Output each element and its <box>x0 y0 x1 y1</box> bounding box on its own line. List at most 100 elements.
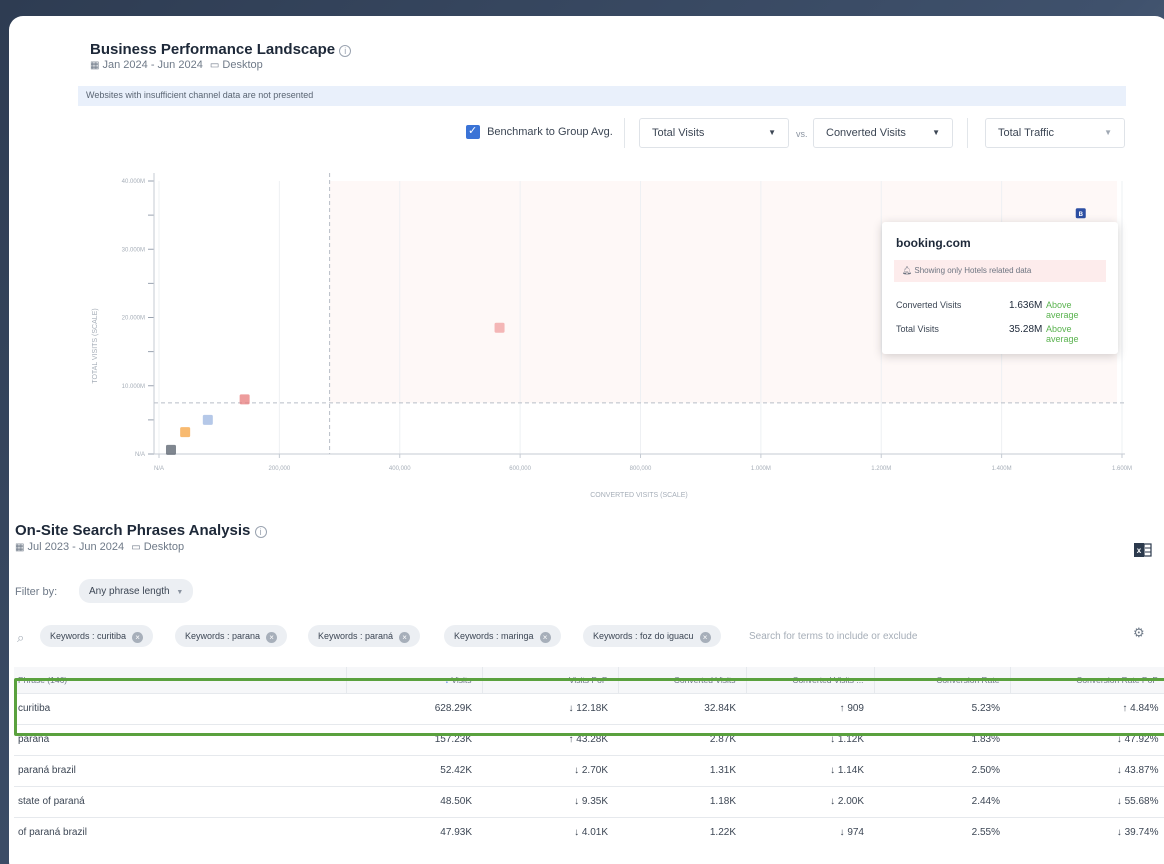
col-header-visits[interactable]: ↓ Visits <box>346 667 483 693</box>
main-card: Business Performance Landscape i ▦ Jan 2… <box>9 16 1164 864</box>
tooltip-row-value: 1.636M <box>1009 300 1043 311</box>
cell-visits: 157.23K <box>346 723 482 755</box>
cell-rate: 2.55% <box>874 816 1010 848</box>
table-row[interactable]: paraná brazil 52.42K ↓ 2.70K 1.31K ↓ 1.14K 2.… <box>14 754 1164 786</box>
cell-rate-pop-value: 39.74% <box>1124 827 1159 839</box>
cell-visits-pop-value: 9.35K <box>581 796 608 807</box>
cell-visits-pop: ↓ 12.18K <box>482 692 618 724</box>
cell-converted-pop-value: 1.14K <box>837 765 864 776</box>
table-row[interactable]: of paraná brazil 47.93K ↓ 4.01K 1.22K ↓ 974 2… <box>14 816 1164 848</box>
cell-visits: 628.29K <box>346 692 482 724</box>
y-tick-label: 40.000M <box>122 179 145 185</box>
cell-rate-pop: ↑ 4.84% <box>1010 692 1164 724</box>
cell-visits-pop: ↓ 4.01K <box>482 816 618 848</box>
keyword-chip[interactable]: Keywords : parana × <box>175 625 288 647</box>
cell-phrase: paraná brazil <box>14 754 346 786</box>
tooltip-row-value: 35.28M <box>1009 324 1043 335</box>
col-header-rate[interactable]: Conversion Rate <box>874 667 1011 693</box>
info-icon[interactable]: i <box>254 526 267 538</box>
col-header-rate-pop[interactable]: Conversion Rate PoP <box>1010 667 1164 693</box>
table-body: curitiba 628.29K ↓ 12.18K 32.84K ↑ 909 5.23% ↑… <box>14 692 1164 848</box>
cell-converted-pop: ↓ 974 <box>746 816 874 848</box>
table-row[interactable]: paraná 157.23K ↑ 43.28K 2.87K ↓ 1.12K 1.83% ↓ … <box>14 723 1164 755</box>
cell-rate: 2.50% <box>874 754 1010 786</box>
arrow-down-icon: ↓ <box>1116 827 1125 839</box>
cell-rate-pop-value: 4.84% <box>1130 703 1159 714</box>
cell-converted-pop-value: 2.00K <box>837 796 864 807</box>
x-tick-label: N/A <box>154 466 164 472</box>
point-logo-letter: B <box>1079 212 1084 218</box>
cell-converted-pop-value: 1.12K <box>837 734 864 745</box>
keyword-chip[interactable]: Keywords : paraná × <box>308 625 421 647</box>
cell-converted-pop: ↓ 1.14K <box>746 754 874 786</box>
x-tick-label: 1.400M <box>992 466 1012 472</box>
table-row[interactable]: state of paraná 48.50K ↓ 9.35K 1.18K ↓ 2.00K… <box>14 785 1164 817</box>
column-settings-icon[interactable]: ⚙ <box>1133 625 1145 641</box>
search-icon: ⌕ <box>17 630 25 645</box>
remove-chip-icon[interactable]: × <box>399 632 411 643</box>
phrase-length-dropdown[interactable]: Any phrase length ▼ <box>79 579 194 603</box>
cell-visits: 48.50K <box>346 785 482 817</box>
cell-phrase: curitiba <box>14 692 346 724</box>
arrow-up-icon: ↑ <box>1122 703 1131 714</box>
cell-converted-pop-value: 909 <box>847 703 864 714</box>
cell-visits-pop: ↓ 9.35K <box>482 785 618 817</box>
remove-chip-icon[interactable]: × <box>132 632 144 643</box>
keyword-chip[interactable]: Keywords : foz do iguacu × <box>583 625 721 647</box>
cell-visits-pop: ↓ 2.70K <box>482 754 618 786</box>
search-terms-input[interactable]: Search for terms to include or exclude <box>749 631 917 642</box>
cell-rate-pop-value: 43.87% <box>1124 765 1159 776</box>
sort-down-icon: ↓ <box>444 674 449 685</box>
cell-rate-pop: ↓ 55.68% <box>1010 785 1164 817</box>
tooltip-row-assessment: Above average <box>1046 300 1079 320</box>
svg-text:x: x <box>1137 546 1142 555</box>
tooltip-row-total: Total Visits 35.28M Above average <box>896 324 1106 344</box>
tooltip-site: booking.com <box>896 236 971 250</box>
col-header-visits-label: Visits <box>451 674 472 685</box>
data-point[interactable] <box>239 394 250 405</box>
cell-phrase: of paraná brazil <box>14 816 346 848</box>
bell-icon: 🔔︎ <box>902 266 913 275</box>
cell-visits-pop-value: 43.28K <box>576 734 608 745</box>
col-header-visits-pop[interactable]: Visits PoP <box>482 667 619 693</box>
ospa-device: Desktop <box>143 541 185 553</box>
x-axis-label: CONVERTED VISITS (SCALE) <box>590 492 688 499</box>
col-header-converted-pop[interactable]: Converted Visits ... <box>746 667 875 693</box>
cell-rate-pop: ↓ 47.92% <box>1010 723 1164 755</box>
phrases-table: Phrase (146) ↓ Visits Visits PoP Convert… <box>14 667 1164 848</box>
cell-converted-pop: ↓ 1.12K <box>746 723 874 755</box>
arrow-down-icon: ↓ <box>1116 796 1125 807</box>
y-tick-label: 30.000M <box>122 247 145 253</box>
tooltip-row-label: Converted Visits <box>896 300 962 310</box>
cell-converted: 2.87K <box>618 723 746 755</box>
ospa-title: On-Site Search Phrases Analysis i <box>15 522 267 539</box>
chevron-down-icon: ▼ <box>176 589 184 596</box>
col-header-converted[interactable]: Converted Visits <box>618 667 747 693</box>
keyword-chip-label: Keywords : foz do iguacu <box>593 631 694 641</box>
remove-chip-icon[interactable]: × <box>266 632 278 643</box>
filter-by-label: Filter by: <box>15 586 58 598</box>
y-tick-label: N/A <box>135 452 145 458</box>
cell-visits-pop: ↑ 43.28K <box>482 723 618 755</box>
cell-visits-pop-value: 12.18K <box>576 703 608 714</box>
cell-visits-pop-value: 4.01K <box>581 827 608 839</box>
data-point[interactable] <box>180 427 191 438</box>
keyword-chip[interactable]: Keywords : maringa × <box>444 625 561 647</box>
data-point[interactable] <box>202 414 213 425</box>
col-header-phrase[interactable]: Phrase (146) <box>14 667 347 693</box>
table-row[interactable]: curitiba 628.29K ↓ 12.18K 32.84K ↑ 909 5.23% ↑… <box>14 692 1164 724</box>
y-tick-label: 20.000M <box>122 316 145 322</box>
remove-chip-icon[interactable]: × <box>539 632 551 643</box>
data-point[interactable] <box>494 322 505 333</box>
cell-converted: 1.18K <box>618 785 746 817</box>
data-point[interactable] <box>165 444 176 455</box>
keyword-chip-label: Keywords : maringa <box>454 631 534 641</box>
remove-chip-icon[interactable]: × <box>699 632 711 643</box>
excel-export-icon[interactable]: x <box>1134 541 1152 559</box>
y-tick-label: 10.000M <box>122 384 145 390</box>
cell-rate-pop: ↓ 39.74% <box>1010 816 1164 848</box>
monitor-icon: ▭ <box>131 542 141 553</box>
keyword-chip-label: Keywords : curitiba <box>50 631 127 641</box>
y-axis-label: TOTAL VISITS (SCALE) <box>92 308 99 383</box>
keyword-chip[interactable]: Keywords : curitiba × <box>40 625 154 647</box>
